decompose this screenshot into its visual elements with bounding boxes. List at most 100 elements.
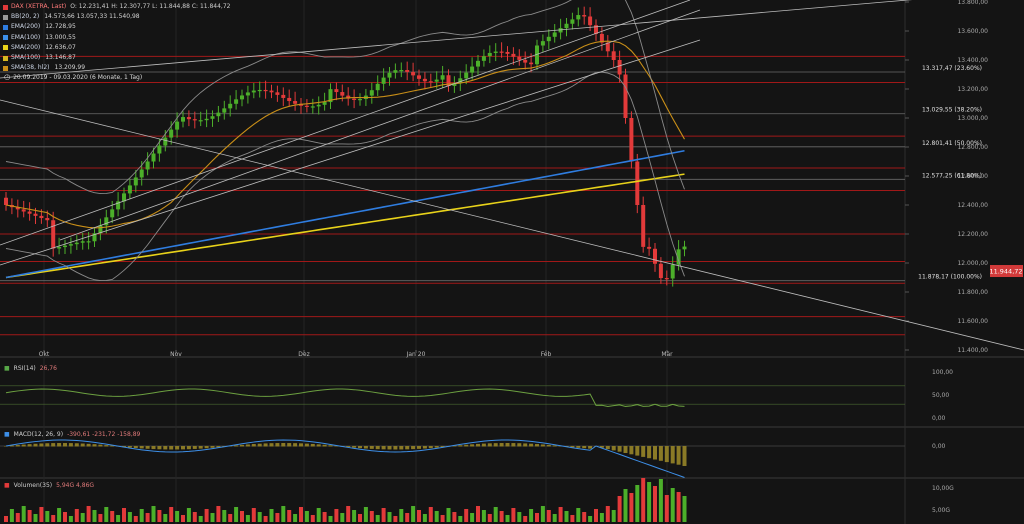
volume-tick-label: 5,00G	[932, 507, 950, 514]
macd-bar	[422, 446, 427, 449]
macd-bar	[57, 443, 62, 447]
macd-bar	[417, 446, 421, 449]
volume-bar	[458, 516, 463, 522]
volume-bar	[428, 507, 433, 522]
macd-bar	[15, 445, 20, 447]
volume-bar	[664, 495, 669, 522]
candle-body	[493, 51, 498, 53]
macd-bar	[647, 446, 652, 459]
volume-bar	[228, 514, 233, 522]
candle-body	[275, 92, 280, 95]
volume-bar	[570, 515, 575, 522]
candle-body	[670, 264, 675, 279]
volume-bar	[281, 506, 286, 522]
last-price-label: 11.944,72	[989, 268, 1022, 276]
legend-label: SMA(38, hl2)	[11, 64, 50, 72]
volume-bar	[127, 512, 132, 522]
candle-body	[641, 205, 646, 247]
volume-bar	[57, 508, 62, 522]
macd-label: ■ MACD(12, 26, 9) -390,61 -231,72 -158,8…	[4, 431, 140, 438]
volume-bar	[564, 511, 569, 522]
macd-bar	[481, 443, 486, 447]
macd-bar	[98, 444, 103, 447]
volume-bar	[422, 514, 427, 522]
rsi-tick-label: 0,00	[932, 415, 946, 422]
volume-bar	[440, 515, 445, 522]
volume-bar	[552, 514, 557, 522]
macd-bar	[287, 443, 292, 447]
volume-bar	[381, 508, 386, 522]
candle-body	[393, 70, 398, 73]
volume-bar	[511, 508, 516, 522]
macd-bar	[529, 443, 534, 447]
macd-bar	[676, 446, 681, 465]
macd-bar	[428, 446, 433, 449]
macd-bar	[387, 446, 392, 450]
fib-label: 11.878,17 (100.00%)	[918, 274, 982, 281]
candle-body	[80, 241, 85, 243]
candle-body	[145, 161, 150, 170]
candle-body	[86, 241, 91, 243]
macd-bar	[653, 446, 657, 460]
fib-label: 13.029,55 (38.20%)	[922, 107, 982, 114]
volume-bar	[27, 510, 32, 522]
volume-bar	[599, 513, 604, 522]
volume-bar	[505, 515, 510, 522]
candle-body	[422, 78, 427, 82]
legend-swatch	[3, 45, 8, 51]
rsi-tick-label: 50,00	[932, 392, 949, 399]
macd-name: MACD(12, 26, 9)	[13, 431, 64, 438]
date-range: ◷ 20.09.2019 - 09.03.2020 (6 Monate, 1 Ta…	[4, 73, 142, 81]
volume-bar	[145, 513, 150, 522]
candle-body	[399, 70, 404, 72]
volume-bar	[470, 513, 475, 522]
chart-canvas[interactable]: 13.317,47 (23.60%) 13.029,55 (38.20%) 12.8…	[0, 0, 1024, 524]
macd-bar	[245, 444, 250, 447]
macd-bar	[74, 443, 79, 447]
candle-body	[304, 105, 309, 107]
volume-bar	[641, 478, 646, 522]
y-tick-label: 11.400,00	[957, 347, 988, 354]
volume-bar	[635, 485, 640, 522]
candle-body	[263, 89, 268, 92]
volume-bar	[576, 508, 581, 522]
volume-bar	[139, 509, 144, 522]
chart-legend: DAX (XETRA, Last) O: 12.231,41 H: 12.307…	[3, 2, 230, 73]
candle-body	[240, 95, 244, 100]
volume-bar	[240, 511, 244, 522]
y-tick-label: 12.600,00	[957, 173, 988, 180]
macd-bar	[275, 443, 280, 447]
volume-bar	[45, 511, 50, 522]
volume-bar	[558, 507, 563, 522]
legend-value: 12.728,95	[45, 23, 76, 31]
candle-body	[564, 23, 569, 29]
volume-bar	[222, 510, 227, 522]
volume-bar	[216, 506, 221, 522]
candle-body	[487, 52, 492, 57]
y-tick-label: 13.000,00	[957, 115, 988, 122]
macd-bar	[169, 446, 174, 450]
macd-bar	[175, 446, 180, 450]
volume-bar	[523, 516, 528, 522]
macd-bar	[635, 446, 640, 456]
volume-bar	[21, 506, 26, 522]
candle-body	[269, 90, 274, 93]
candle-body	[546, 36, 551, 42]
macd-bar	[434, 446, 439, 448]
macd-bar	[21, 444, 26, 447]
volume-bar	[629, 493, 634, 522]
volume-bar	[617, 496, 622, 522]
volume-bar	[328, 516, 333, 522]
macd-bar	[127, 446, 132, 448]
volume-bar	[623, 489, 628, 522]
y-tick-label: 13.600,00	[957, 28, 988, 35]
macd-bar	[405, 446, 410, 450]
macd-bar	[499, 443, 504, 447]
date-range-text: 20.09.2019 - 09.03.2020 (6 Monate, 1 Tag…	[13, 74, 143, 81]
macd-bar	[670, 446, 675, 464]
macd-bar	[664, 446, 669, 463]
legend-label: BB(20, 2)	[11, 13, 40, 21]
candle-icon	[3, 4, 8, 10]
candle-body	[74, 242, 79, 245]
macd-bar	[511, 443, 516, 447]
